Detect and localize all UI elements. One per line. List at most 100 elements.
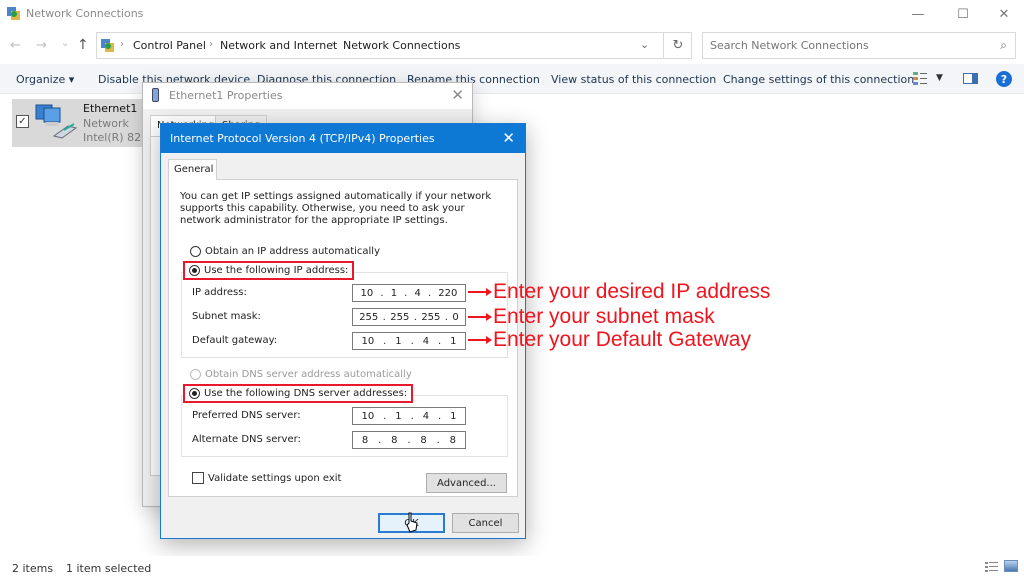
item-type: Network — [83, 117, 129, 130]
ip-address-field[interactable]: 10. 1. 4. 220 — [352, 284, 466, 302]
octet: 4 — [422, 335, 430, 347]
search-icon[interactable]: ⌕ — [1000, 38, 1007, 53]
ip-address-label: IP address: — [192, 287, 247, 298]
alternate-dns-field[interactable]: 8.8.8.8 — [352, 431, 466, 449]
ethernet-dialog-title: Ethernet1 Properties — [169, 89, 283, 102]
title-bar: Network Connections — ☐ ✕ — [0, 0, 1024, 28]
breadcrumb-network-and-internet[interactable]: Network and Internet — [220, 39, 337, 52]
ipv4-dialog-title: Internet Protocol Version 4 (TCP/IPv4) P… — [170, 132, 435, 145]
arrow-icon — [468, 288, 492, 296]
use-following-dns-label: Use the following DNS server addresses: — [204, 388, 408, 399]
ipv4-dialog-titlebar[interactable]: Internet Protocol Version 4 (TCP/IPv4) P… — [161, 124, 525, 153]
annotation-subnet-mask: Enter your subnet mask — [468, 305, 715, 329]
breadcrumb-control-panel[interactable]: Control Panel — [133, 39, 206, 52]
advanced-button[interactable]: Advanced... — [426, 473, 507, 493]
change-settings-button[interactable]: Change settings of this connection — [723, 73, 914, 86]
subnet-mask-field[interactable]: 255. 255. 255. 0 — [352, 308, 466, 326]
annotation-text: Enter your subnet mask — [493, 305, 715, 328]
preview-pane-icon[interactable] — [963, 73, 978, 84]
breadcrumb-separator: › — [331, 39, 335, 50]
address-bar[interactable]: › Control Panel › Network and Internet ›… — [96, 32, 692, 59]
radio-button-disabled[interactable] — [190, 369, 201, 380]
octet: 4 — [414, 287, 421, 299]
view-status-button[interactable]: View status of this connection — [551, 73, 716, 86]
obtain-dns-auto-label: Obtain DNS server address automatically — [205, 369, 412, 380]
organize-menu[interactable]: Organize ▾ — [16, 73, 74, 86]
ethernet-adapter-icon — [35, 104, 78, 139]
radio-button-selected[interactable] — [189, 265, 200, 276]
breadcrumb-separator: › — [209, 39, 213, 50]
tab-general[interactable]: General — [168, 159, 217, 180]
octet: 8 — [449, 434, 457, 446]
use-following-ip-radio[interactable]: Use the following IP address: — [183, 261, 355, 280]
alternate-dns-label: Alternate DNS server: — [192, 434, 301, 445]
use-following-ip-label: Use the following IP address: — [204, 265, 349, 276]
radio-button-selected[interactable] — [189, 388, 200, 399]
search-box[interactable]: ⌕ — [702, 32, 1016, 59]
octet: 1 — [395, 335, 402, 347]
subnet-mask-label: Subnet mask: — [192, 311, 261, 322]
arrow-icon — [468, 313, 492, 321]
adapter-icon — [152, 88, 159, 102]
obtain-ip-auto-radio[interactable]: Obtain an IP address automatically — [190, 246, 380, 257]
selection-count: 1 item selected — [66, 562, 152, 575]
refresh-button[interactable]: ↻ — [663, 32, 692, 59]
validate-settings-checkbox[interactable]: Validate settings upon exit — [192, 472, 341, 484]
octet: 0 — [452, 311, 459, 323]
octet: 8 — [391, 434, 398, 446]
octet: 10 — [361, 410, 375, 422]
change-view-icon[interactable] — [913, 71, 927, 85]
radio-button[interactable] — [190, 246, 201, 257]
octet: 10 — [360, 287, 374, 299]
help-icon[interactable]: ? — [996, 71, 1012, 87]
octet: 8 — [361, 434, 369, 446]
ethernet-dialog-titlebar[interactable]: Ethernet1 Properties ✕ — [143, 83, 472, 109]
close-button[interactable]: ✕ — [984, 0, 1024, 28]
window-title: Network Connections — [26, 7, 144, 20]
network-connections-icon — [7, 7, 20, 20]
octet: 4 — [422, 410, 430, 422]
general-panel: You can get IP settings assigned automat… — [168, 179, 518, 497]
octet: 10 — [361, 335, 375, 347]
obtain-ip-auto-label: Obtain an IP address automatically — [205, 246, 381, 257]
list-item[interactable]: ✓ Ethernet1 Network Intel(R) 8257 — [12, 99, 155, 147]
view-options-dropdown[interactable]: ▼ — [936, 73, 943, 83]
item-checkbox[interactable]: ✓ — [16, 115, 29, 128]
up-button[interactable]: ↑ — [77, 37, 89, 53]
maximize-button[interactable]: ☐ — [943, 0, 983, 28]
recent-locations-button[interactable]: ⌄ — [61, 38, 69, 49]
back-button[interactable]: ← — [10, 38, 21, 53]
breadcrumb-separator: › — [120, 39, 124, 50]
octet: 255 — [359, 311, 379, 323]
details-view-icon[interactable] — [985, 561, 998, 572]
ethernet-dialog-close-button[interactable]: ✕ — [451, 86, 464, 104]
obtain-dns-auto-radio[interactable]: Obtain DNS server address automatically — [190, 369, 412, 380]
octet: 255 — [421, 311, 441, 323]
octet: 8 — [420, 434, 427, 446]
octet: 220 — [438, 287, 458, 299]
use-following-dns-radio[interactable]: Use the following DNS server addresses: — [183, 384, 414, 403]
mouse-cursor-icon — [406, 512, 418, 533]
status-bar — [0, 556, 1024, 578]
arrow-icon — [468, 336, 492, 344]
annotation-ip-address: Enter your desired IP address — [468, 280, 770, 304]
ipv4-dialog-close-button[interactable]: ✕ — [502, 129, 515, 147]
default-gateway-field[interactable]: 10. 1. 4. 1 — [352, 332, 466, 350]
breadcrumb-network-connections[interactable]: Network Connections — [343, 39, 460, 52]
description-text: You can get IP settings assigned automat… — [180, 191, 492, 226]
annotation-text: Enter your Default Gateway — [493, 328, 751, 351]
control-panel-icon — [101, 39, 114, 52]
octet: 1 — [390, 287, 398, 299]
search-input[interactable] — [710, 39, 990, 52]
cancel-button[interactable]: Cancel — [452, 513, 519, 533]
annotation-text: Enter your desired IP address — [493, 280, 771, 303]
forward-button[interactable]: → — [36, 38, 47, 53]
annotation-default-gateway: Enter your Default Gateway — [468, 328, 751, 352]
large-icons-view-icon[interactable] — [1004, 560, 1018, 572]
preferred-dns-label: Preferred DNS server: — [192, 410, 301, 421]
preferred-dns-field[interactable]: 10. 1. 4. 1 — [352, 407, 466, 425]
checkbox[interactable] — [192, 472, 204, 484]
address-dropdown-icon[interactable]: ⌄ — [640, 38, 649, 51]
validate-settings-label: Validate settings upon exit — [208, 472, 342, 484]
minimize-button[interactable]: — — [898, 0, 938, 28]
